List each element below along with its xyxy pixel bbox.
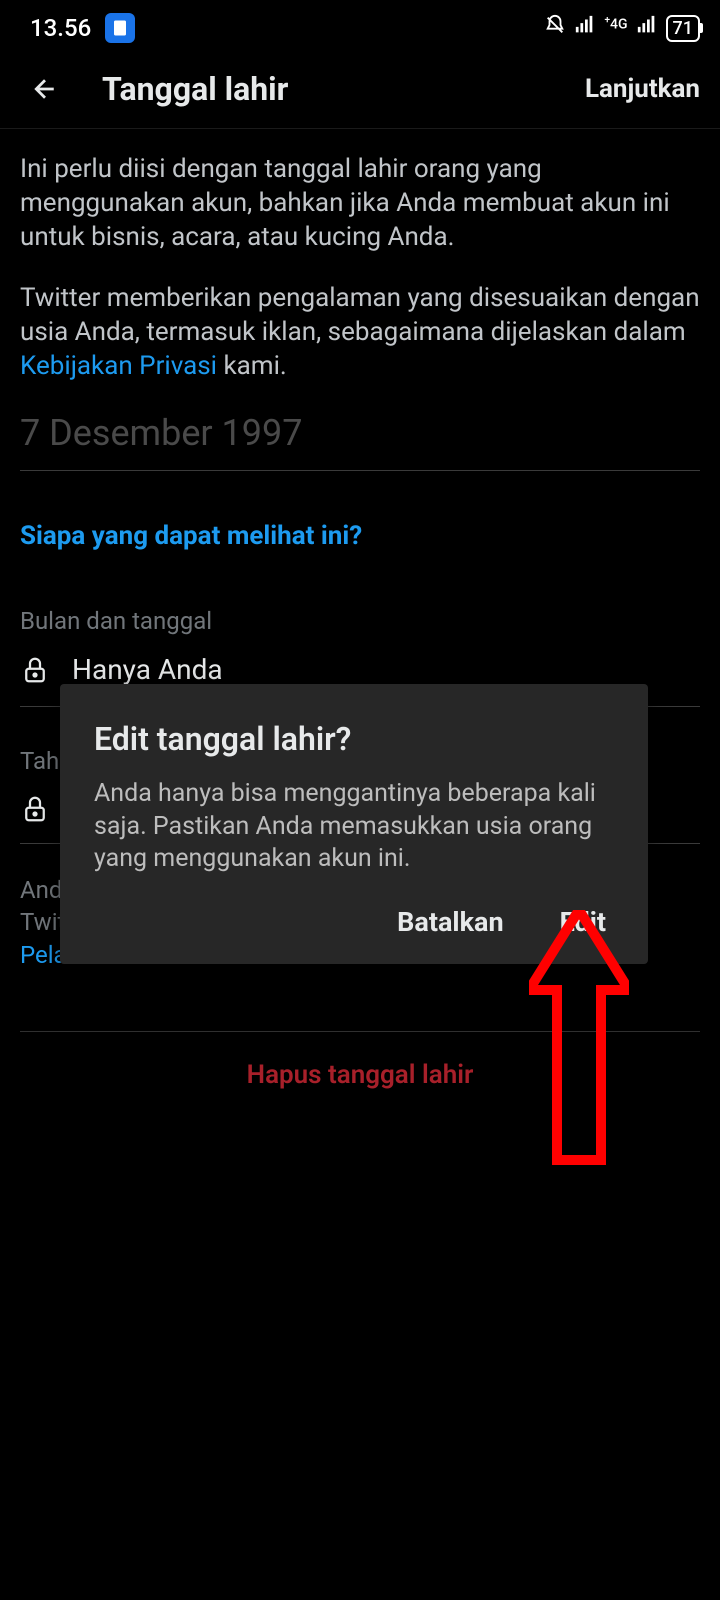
- signal-icon-2: [636, 14, 658, 42]
- edit-button[interactable]: Edit: [560, 906, 606, 938]
- app-notification-icon: [105, 13, 135, 43]
- battery-icon: 71: [666, 15, 700, 42]
- status-right: +4G 71: [544, 14, 700, 42]
- status-left: 13.56: [30, 13, 135, 43]
- signal-icon: [574, 14, 596, 42]
- network-4g-label: +4G: [604, 15, 627, 33]
- birth-date-field[interactable]: 7 Desember 1997: [20, 412, 700, 471]
- privacy-policy-link[interactable]: Kebijakan Privasi: [20, 351, 217, 381]
- dialog-body: Anda hanya bisa menggantinya beberapa ka…: [94, 778, 614, 876]
- month-day-label: Bulan dan tanggal: [20, 607, 700, 635]
- edit-confirmation-dialog: Edit tanggal lahir? Anda hanya bisa meng…: [60, 684, 648, 964]
- bell-off-icon: [544, 14, 566, 42]
- description-p2: Twitter memberikan pengalaman yang dises…: [20, 282, 700, 383]
- status-time: 13.56: [30, 14, 91, 42]
- who-can-see-link[interactable]: Siapa yang dapat melihat ini?: [20, 521, 700, 551]
- dialog-title: Edit tanggal lahir?: [94, 720, 614, 758]
- page-header: Tanggal lahir Lanjutkan: [0, 50, 720, 129]
- cancel-button[interactable]: Batalkan: [397, 906, 503, 938]
- back-button[interactable]: [28, 72, 62, 106]
- dialog-actions: Batalkan Edit: [94, 906, 614, 938]
- month-day-privacy-value: Hanya Anda: [72, 653, 223, 686]
- lock-icon: [20, 793, 50, 823]
- lock-icon: [20, 654, 50, 684]
- delete-birth-date-button[interactable]: Hapus tanggal lahir: [20, 1032, 700, 1118]
- main-content: Ini perlu diisi dengan tanggal lahir ora…: [0, 129, 720, 1118]
- page-title: Tanggal lahir: [102, 70, 585, 108]
- status-bar: 13.56 +4G 71: [0, 0, 720, 50]
- next-button[interactable]: Lanjutkan: [585, 74, 700, 104]
- description-p1: Ini perlu diisi dengan tanggal lahir ora…: [20, 153, 700, 254]
- arrow-left-icon: [30, 74, 60, 104]
